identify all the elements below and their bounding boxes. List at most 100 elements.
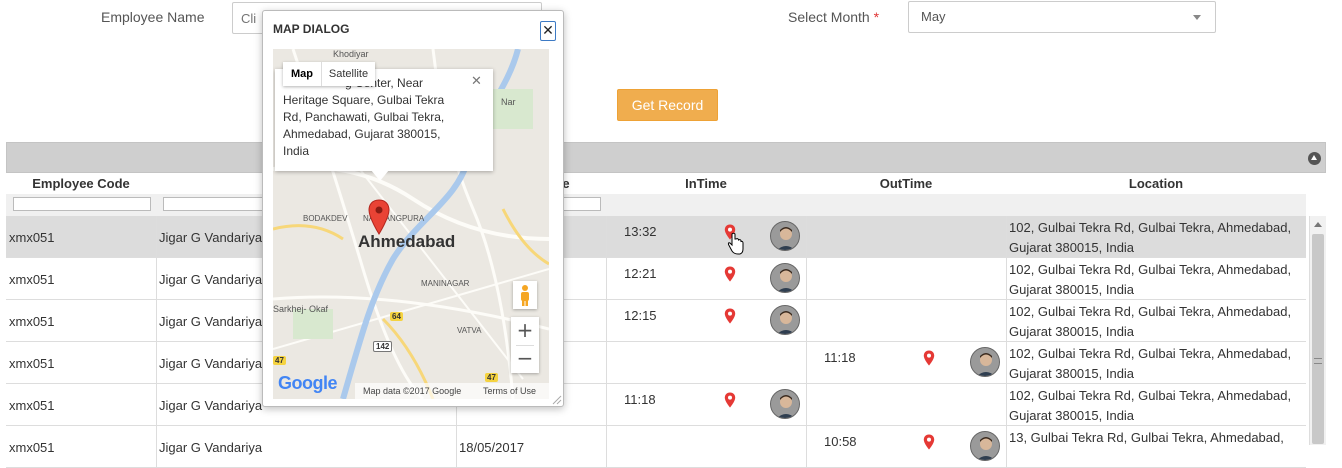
avatar[interactable] bbox=[770, 263, 800, 293]
table-row[interactable]: xmx051 Jigar G Vandariya 11:18 102, Gulbai … bbox=[6, 384, 1306, 426]
scroll-up-icon[interactable] bbox=[1314, 222, 1322, 227]
col-employee-code[interactable]: Employee Code bbox=[6, 176, 156, 191]
cell-divider bbox=[456, 426, 457, 468]
location-line-2: Gujarat 380015, India bbox=[1009, 240, 1135, 255]
map-marker-icon[interactable] bbox=[368, 199, 390, 235]
cell-divider bbox=[806, 258, 807, 300]
chevron-down-icon bbox=[1193, 15, 1201, 20]
location-line-2: Gujarat 380015, India bbox=[1009, 408, 1135, 423]
col-outtime[interactable]: OutTime bbox=[806, 176, 1006, 191]
avatar[interactable] bbox=[970, 431, 1000, 461]
grip-icon bbox=[1314, 358, 1322, 364]
info-address-line-5: India bbox=[283, 144, 310, 158]
table-row[interactable]: xmx051 Jigar G Vandariya 18/05/2017 10:58 13… bbox=[6, 426, 1306, 468]
cell-employee-code: xmx051 bbox=[9, 272, 55, 287]
map-type-control: Map Satellite bbox=[283, 62, 375, 86]
map-attribution: Map data ©2017 Google Terms of Use bbox=[355, 383, 549, 399]
road-shield-64: 64 bbox=[390, 312, 403, 321]
cell-employee-name: Jigar G Vandariya bbox=[159, 440, 263, 455]
info-close-icon[interactable]: ✕ bbox=[471, 73, 482, 90]
location-line-1: 102, Gulbai Tekra Rd, Gulbai Tekra, Ahme… bbox=[1009, 346, 1292, 361]
cell-divider bbox=[606, 300, 607, 342]
table-row[interactable]: xmx051 Jigar G Vandariya 12:21 102, Gulbai … bbox=[6, 258, 1306, 300]
location-line-1: 102, Gulbai Tekra Rd, Gulbai Tekra, Ahme… bbox=[1009, 304, 1292, 319]
street-view-pegman[interactable] bbox=[513, 281, 537, 309]
cell-divider bbox=[156, 342, 157, 384]
cell-divider bbox=[1006, 426, 1007, 468]
cell-location: 102, Gulbai Tekra Rd, Gulbai Tekra, Ahme… bbox=[1009, 386, 1291, 426]
location-pin-icon[interactable] bbox=[724, 266, 736, 285]
cell-employee-code: xmx051 bbox=[9, 398, 55, 413]
table-row[interactable]: xmx051 Jigar G Vandariya 13:32 102, Gulbai … bbox=[6, 216, 1306, 258]
table-row[interactable]: xmx051 Jigar G Vandariya 12:15 102, Gulbai … bbox=[6, 300, 1306, 342]
collapse-icon[interactable] bbox=[1308, 152, 1321, 165]
map-canvas[interactable]: Khodiyar Nar BODAKDEV NAVRANGPURA Ahmeda… bbox=[273, 49, 549, 399]
map-type-map-button[interactable]: Map bbox=[283, 62, 321, 86]
cell-employee-name: Jigar G Vandariya bbox=[159, 230, 263, 245]
cell-employee-code: xmx051 bbox=[9, 440, 55, 455]
cell-divider bbox=[1006, 342, 1007, 384]
cell-outtime: 11:18 bbox=[824, 350, 856, 365]
grid-header: Employee Code e InTime OutTime Location bbox=[6, 173, 1306, 193]
cell-employee-name: Jigar G Vandariya bbox=[159, 356, 263, 371]
cell-divider bbox=[806, 300, 807, 342]
map-dialog: MAP DIALOG ✕ Khodiyar Nar BODAKDEV NAVRA… bbox=[262, 10, 564, 407]
filter-date[interactable] bbox=[561, 197, 601, 211]
cell-intime: 11:18 bbox=[624, 392, 656, 407]
terms-of-use-link[interactable]: Terms of Use bbox=[483, 386, 536, 396]
cell-employee-name: Jigar G Vandariya bbox=[159, 398, 263, 413]
map-label-maninagar: MANINAGAR bbox=[421, 279, 470, 288]
month-select-value: May bbox=[921, 9, 946, 24]
avatar[interactable] bbox=[970, 347, 1000, 377]
col-location[interactable]: Location bbox=[1006, 176, 1306, 191]
col-intime[interactable]: InTime bbox=[606, 176, 806, 191]
month-select[interactable]: May bbox=[908, 1, 1216, 33]
location-pin-icon[interactable] bbox=[724, 308, 736, 327]
cell-location: 102, Gulbai Tekra Rd, Gulbai Tekra, Ahme… bbox=[1009, 302, 1291, 342]
cell-divider bbox=[806, 216, 807, 258]
cell-location: 102, Gulbai Tekra Rd, Gulbai Tekra, Ahme… bbox=[1009, 260, 1291, 300]
cell-divider bbox=[156, 258, 157, 300]
location-pin-icon[interactable] bbox=[923, 350, 935, 369]
cell-location: 13, Gulbai Tekra Rd, Gulbai Tekra, Ahmed… bbox=[1009, 428, 1284, 448]
location-pin-icon[interactable] bbox=[923, 434, 935, 453]
location-pin-icon[interactable] bbox=[724, 392, 736, 411]
table-row[interactable]: xmx051 Jigar G Vandariya 11:18 102, Gulbai … bbox=[6, 342, 1306, 384]
location-line-1: 13, Gulbai Tekra Rd, Gulbai Tekra, Ahmed… bbox=[1009, 430, 1284, 445]
map-label-khodiyar: Khodiyar bbox=[333, 49, 369, 59]
road-shield-47-right: 47 bbox=[485, 373, 498, 382]
filter-employee-name[interactable] bbox=[163, 197, 273, 211]
cell-location: 102, Gulbai Tekra Rd, Gulbai Tekra, Ahme… bbox=[1009, 344, 1291, 384]
close-icon[interactable]: ✕ bbox=[540, 21, 556, 41]
cell-employee-code: xmx051 bbox=[9, 356, 55, 371]
cell-intime: 12:21 bbox=[624, 266, 657, 281]
employee-name-label: Employee Name bbox=[101, 9, 205, 25]
avatar[interactable] bbox=[770, 221, 800, 251]
avatar[interactable] bbox=[770, 389, 800, 419]
cell-divider bbox=[806, 426, 807, 468]
filter-employee-code[interactable] bbox=[13, 197, 151, 211]
avatar[interactable] bbox=[770, 305, 800, 335]
info-window-tail bbox=[371, 170, 389, 181]
map-label-vatva: VATVA bbox=[457, 326, 482, 335]
info-address-line-2: Heritage Square, Gulbai Tekra bbox=[283, 93, 445, 107]
zoom-out-button[interactable]: − bbox=[511, 345, 539, 373]
map-type-satellite-button[interactable]: Satellite bbox=[321, 62, 375, 86]
cell-divider bbox=[156, 300, 157, 342]
map-data-text: Map data ©2017 Google bbox=[363, 386, 462, 396]
zoom-in-button[interactable]: + bbox=[511, 317, 539, 345]
map-label-sarkhej: Sarkhej- Okaf bbox=[273, 304, 329, 314]
grid-caption-bar bbox=[6, 142, 1326, 173]
road-shield-142: 142 bbox=[373, 341, 393, 352]
get-record-button[interactable]: Get Record bbox=[617, 89, 718, 121]
cell-divider bbox=[606, 216, 607, 258]
cell-divider bbox=[806, 384, 807, 426]
map-label-bodakdev: BODAKDEV bbox=[303, 214, 348, 223]
filter-row bbox=[6, 194, 1306, 216]
resize-grip-icon[interactable] bbox=[552, 395, 562, 405]
google-logo[interactable]: Google bbox=[278, 373, 338, 394]
scroll-thumb[interactable] bbox=[1312, 234, 1324, 444]
grid-scrollbar[interactable] bbox=[1309, 216, 1326, 445]
cell-intime: 13:32 bbox=[624, 224, 657, 239]
pegman-icon bbox=[521, 285, 529, 306]
